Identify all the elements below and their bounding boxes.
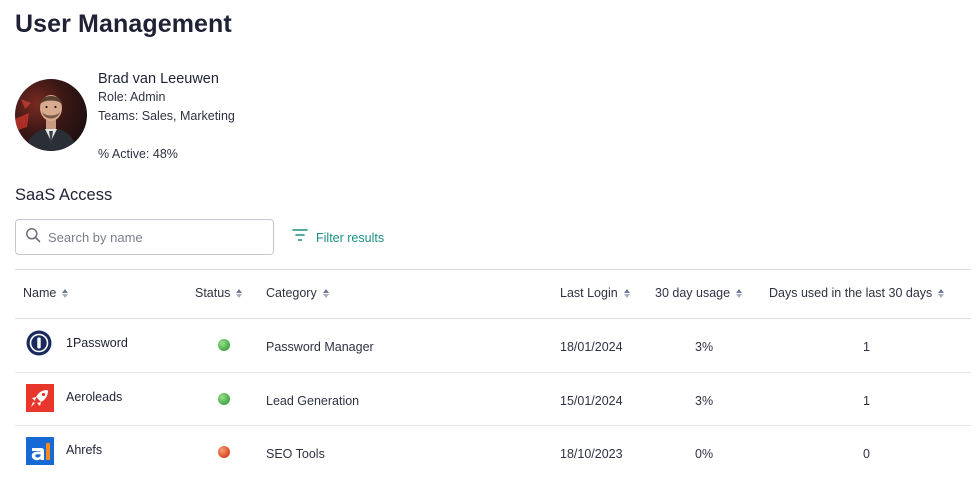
column-header-last-login[interactable]: Last Login: [560, 286, 630, 300]
column-header-label: Last Login: [560, 286, 618, 300]
column-header-30-day-usage[interactable]: 30 day usage: [655, 286, 743, 300]
sort-icon[interactable]: [322, 288, 329, 298]
filter-results-label: Filter results: [316, 230, 385, 245]
column-header-label: 30 day usage: [655, 286, 731, 300]
app-name[interactable]: Ahrefs: [66, 443, 102, 457]
status-indicator: [218, 339, 230, 351]
sort-icon[interactable]: [236, 288, 243, 298]
user-role: Role: Admin: [98, 90, 166, 104]
1password-logo-icon: [26, 330, 52, 356]
saas-table: Name Status Category Last Login 30 day u…: [15, 269, 971, 478]
table-row[interactable]: 1Password Password Manager 18/01/2024 3%…: [15, 319, 971, 373]
user-profile: Brad van Leeuwen Role: Admin Teams: Sale…: [15, 70, 235, 164]
sort-icon[interactable]: [623, 288, 630, 298]
usage-cell: 3%: [695, 340, 714, 354]
column-header-days-used[interactable]: Days used in the last 30 days: [769, 286, 945, 300]
status-indicator: [218, 446, 230, 458]
category-cell: SEO Tools: [266, 447, 325, 461]
app-name[interactable]: 1Password: [66, 336, 128, 350]
column-header-category[interactable]: Category: [266, 286, 329, 300]
table-header: Name Status Category Last Login 30 day u…: [15, 270, 971, 319]
user-name: Brad van Leeuwen: [98, 71, 219, 87]
filter-results-button[interactable]: Filter results: [292, 228, 384, 247]
column-header-label: Category: [266, 286, 317, 300]
usage-cell: 0%: [695, 447, 714, 461]
sort-icon[interactable]: [938, 288, 945, 298]
search-icon: [25, 227, 41, 248]
column-header-label: Status: [195, 286, 231, 300]
sort-icon[interactable]: [62, 288, 69, 298]
column-header-status[interactable]: Status: [195, 286, 243, 300]
ahrefs-logo-icon: [26, 437, 54, 465]
saas-access-title: SaaS Access: [15, 186, 113, 204]
days-used-cell: 1: [863, 340, 870, 354]
usage-cell: 3%: [695, 393, 714, 408]
category-cell: Password Manager: [266, 340, 374, 354]
search-box[interactable]: [15, 219, 274, 255]
user-active-percent: % Active: 48%: [98, 147, 178, 161]
status-indicator: [218, 392, 230, 405]
aeroleads-rocket-logo-icon: [26, 383, 54, 412]
last-login-cell: 18/01/2024: [560, 340, 623, 354]
page-title: User Management: [15, 10, 232, 38]
last-login-cell: 15/01/2024: [560, 393, 623, 408]
column-header-label: Name: [23, 286, 57, 300]
category-cell: Lead Generation: [266, 393, 360, 408]
sort-icon[interactable]: [736, 288, 743, 298]
search-input[interactable]: [48, 229, 248, 245]
column-header-label: Days used in the last 30 days: [769, 286, 933, 300]
avatar: [15, 79, 87, 151]
days-used-cell: 1: [863, 393, 870, 408]
user-teams: Teams: Sales, Marketing: [98, 109, 235, 123]
app-name[interactable]: Aeroleads: [66, 390, 122, 404]
days-used-cell: 0: [863, 447, 870, 461]
table-row[interactable]: Ahrefs SEO Tools 18/10/2023 0% 0: [15, 426, 971, 478]
filter-icon: [292, 228, 308, 247]
last-login-cell: 18/10/2023: [560, 447, 623, 461]
table-row[interactable]: Aeroleads Lead Generation 15/01/2024 3% …: [15, 373, 971, 426]
column-header-name[interactable]: Name: [23, 286, 69, 300]
